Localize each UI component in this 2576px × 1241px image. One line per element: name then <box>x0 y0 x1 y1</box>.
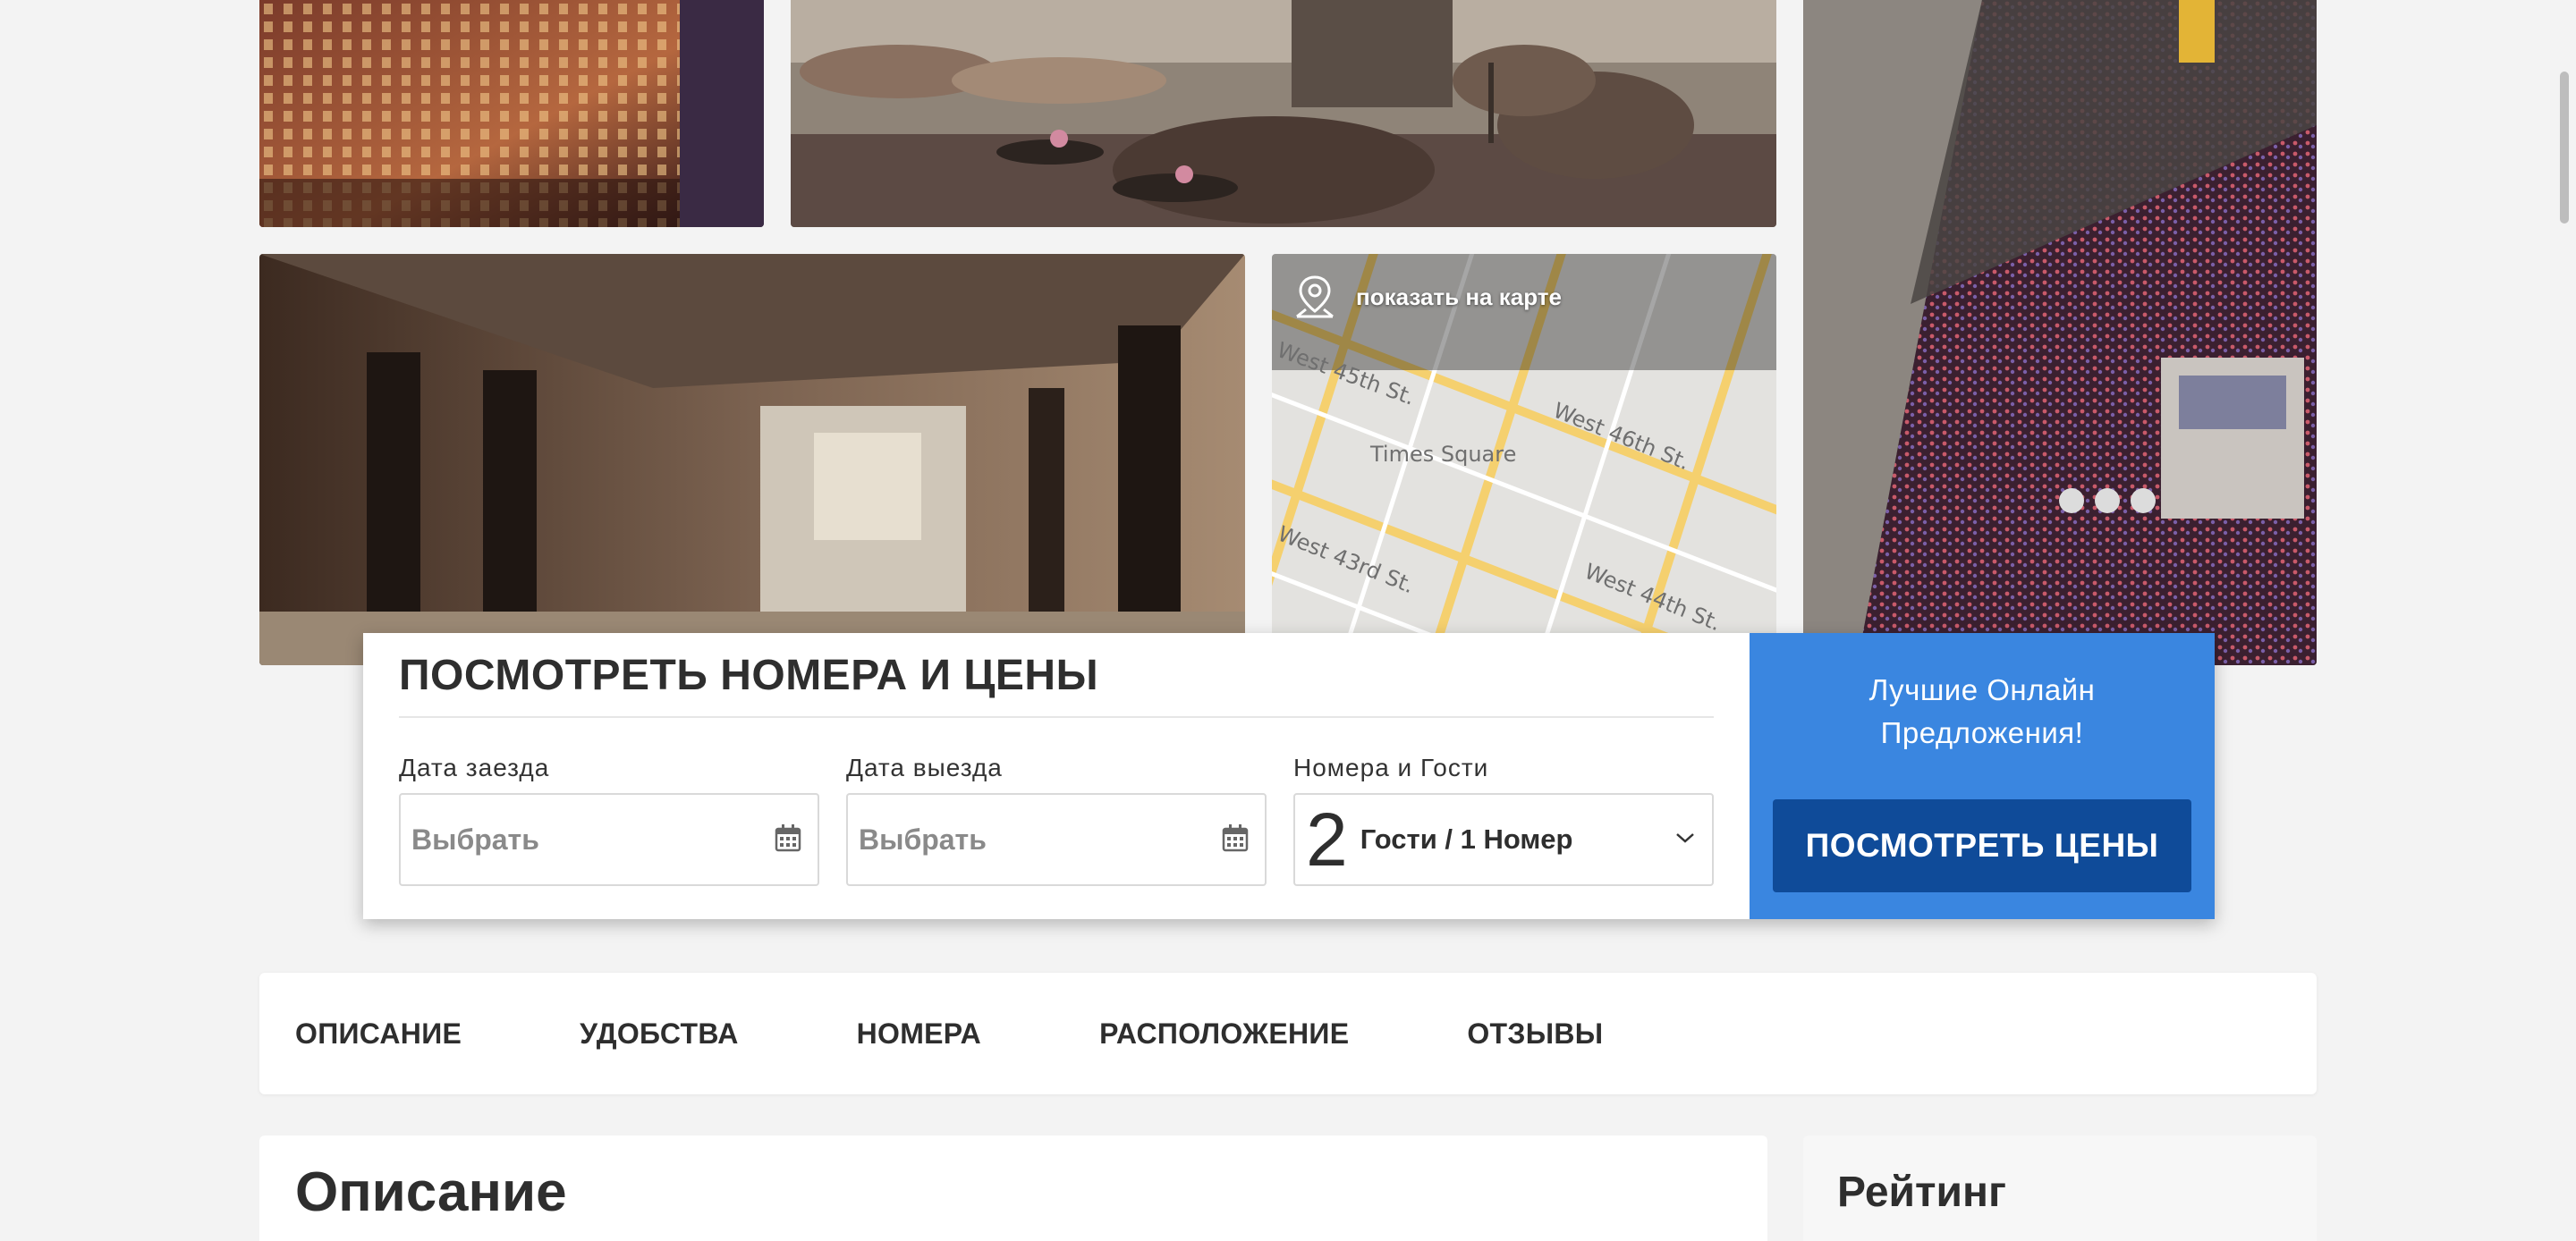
tab-rooms[interactable]: НОМЕРА <box>857 1017 981 1051</box>
checkout-label: Дата выезда <box>846 754 1003 781</box>
map-preview[interactable]: West 45th St. West 46th St. Times Square… <box>1272 254 1776 665</box>
promo-text: Лучшие Онлайн Предложения! <box>1868 673 2096 749</box>
times-square-crowd-image <box>1803 0 2317 665</box>
map-landmark-label: Times Square <box>1370 442 1517 467</box>
hotel-facade-image <box>259 0 764 227</box>
tab-reviews[interactable]: ОТЗЫВЫ <box>1467 1017 1603 1051</box>
section-nav: ОПИСАНИЕ УДОБСТВА НОМЕРА РАСПОЛОЖЕНИЕ ОТ… <box>259 973 2317 1094</box>
show-on-map-label: показать на карте <box>1356 283 1562 310</box>
hotel-elevator-hall-photo[interactable] <box>259 254 1245 665</box>
guests-summary: Гости / 1 Номер <box>1360 823 1573 855</box>
description-card: Описание <box>259 1135 1767 1241</box>
rating-heading: Рейтинг <box>1837 1169 2007 1216</box>
booking-promo-panel: Лучшие Онлайн Предложения! ПОСМОТРЕТЬ ЦЕ… <box>1750 633 2215 919</box>
booking-form: ПОСМОТРЕТЬ НОМЕРА И ЦЕНЫ Дата заезда Выб… <box>363 633 1750 919</box>
hotel-facade-photo[interactable] <box>259 0 764 227</box>
view-prices-button[interactable]: ПОСМОТРЕТЬ ЦЕНЫ <box>1773 799 2191 892</box>
booking-title: ПОСМОТРЕТЬ НОМЕРА И ЦЕНЫ <box>399 651 1714 718</box>
show-on-map-link[interactable]: показать на карте <box>1293 274 1562 320</box>
checkout-placeholder: Выбрать <box>859 823 987 856</box>
booking-widget: ПОСМОТРЕТЬ НОМЕРА И ЦЕНЫ Дата заезда Выб… <box>363 633 2215 919</box>
rating-card: Рейтинг <box>1803 1135 2317 1241</box>
hotel-lounge-photo[interactable] <box>791 0 1776 227</box>
tab-amenities[interactable]: УДОБСТВА <box>580 1017 738 1051</box>
elevator-hall-image <box>259 254 1245 665</box>
booking-fields: Дата заезда Выбрать Дата выезда Выбрать … <box>399 754 1714 886</box>
checkin-date-picker[interactable]: Выбрать <box>399 793 819 886</box>
checkout-field: Дата выезда Выбрать <box>846 754 1267 886</box>
guests-count: 2 <box>1306 798 1348 882</box>
hotel-lounge-image <box>791 0 1776 227</box>
times-square-crowd-photo[interactable] <box>1803 0 2317 665</box>
scrollbar-thumb[interactable] <box>2560 72 2569 224</box>
calendar-icon <box>775 823 801 857</box>
checkin-placeholder: Выбрать <box>411 823 539 856</box>
description-heading: Описание <box>295 1161 567 1223</box>
calendar-icon <box>1222 823 1249 857</box>
checkin-field: Дата заезда Выбрать <box>399 754 819 886</box>
guests-rooms-selector[interactable]: 2 Гости / 1 Номер <box>1293 793 1714 886</box>
chevron-down-icon <box>1674 831 1696 849</box>
checkout-date-picker[interactable]: Выбрать <box>846 793 1267 886</box>
guests-field: Номера и Гости 2 Гости / 1 Номер <box>1293 754 1714 886</box>
guests-label: Номера и Гости <box>1293 754 1489 781</box>
checkin-label: Дата заезда <box>399 754 550 781</box>
tab-description[interactable]: ОПИСАНИЕ <box>295 1017 462 1051</box>
tab-location[interactable]: РАСПОЛОЖЕНИЕ <box>1099 1017 1349 1051</box>
map-pin-icon <box>1293 274 1336 320</box>
